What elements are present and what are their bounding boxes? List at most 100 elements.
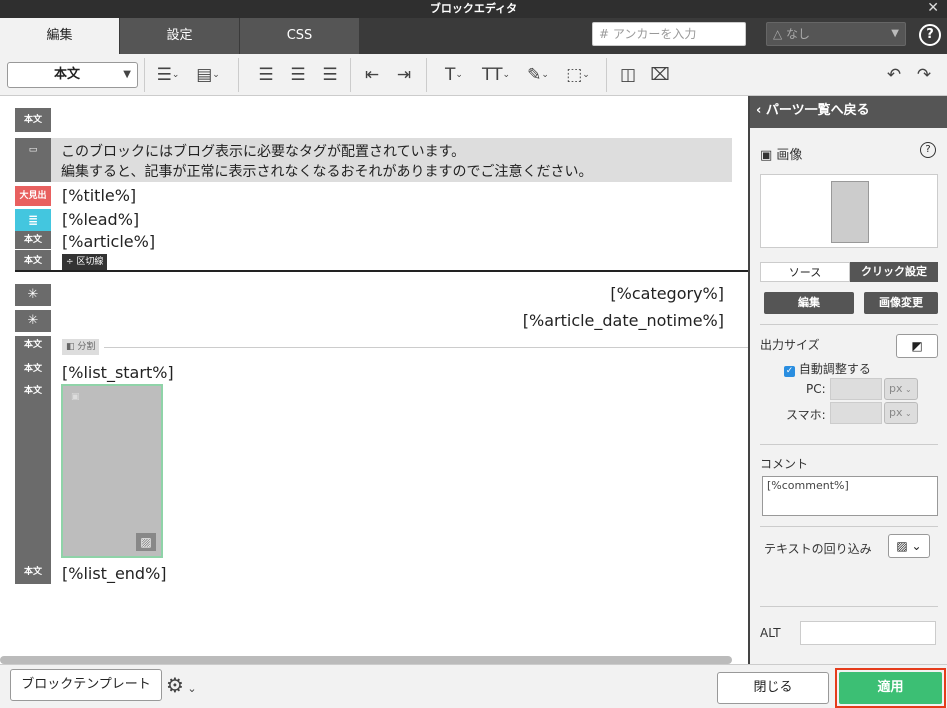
category-tag[interactable]: [%category%]: [610, 284, 724, 304]
align-left-icon[interactable]: ☰: [254, 64, 278, 86]
toolbar-divider: [238, 58, 239, 92]
chevron-down-icon: ▼: [891, 28, 899, 39]
alt-input[interactable]: [800, 621, 936, 645]
help-icon[interactable]: ?: [920, 142, 936, 158]
block-format-value: 本文: [54, 67, 81, 82]
pc-unit-value: px: [889, 382, 903, 395]
split-label: 分割: [77, 342, 96, 352]
split-line: [104, 347, 748, 348]
image-block[interactable]: ▣ ▨: [61, 384, 163, 558]
class-select[interactable]: △ なし ▼: [766, 22, 906, 46]
pc-width-input[interactable]: [830, 378, 882, 400]
window-titlebar: ブロックエディタ ✕: [0, 0, 947, 18]
font-size-icon[interactable]: T⌄: [436, 64, 472, 86]
text-style-icon[interactable]: TT⌄: [476, 64, 516, 86]
article-tag[interactable]: [%article%]: [62, 232, 155, 252]
block-label: 本文: [15, 382, 51, 400]
numbered-list-icon[interactable]: ▤⌄: [190, 64, 226, 86]
apply-button[interactable]: 適用: [839, 672, 942, 704]
article-date-tag[interactable]: [%article_date_notime%]: [523, 311, 724, 331]
editor-canvas[interactable]: 本文 ▭ このブロックにはブログ表示に必要なタグが配置されています。 編集すると…: [0, 96, 748, 664]
chevron-down-icon: ▼: [123, 69, 131, 80]
lead-tag[interactable]: [%lead%]: [62, 210, 139, 230]
apply-button-highlight: 適用: [835, 668, 946, 708]
class-select-value: なし: [786, 27, 811, 41]
align-center-icon[interactable]: ☰: [286, 64, 310, 86]
toolbar-divider: [606, 58, 607, 92]
auto-adjust-checkbox[interactable]: ✓ 自動調整する: [784, 360, 871, 377]
class-icon: △: [773, 27, 787, 41]
redo-icon[interactable]: ↷: [912, 64, 936, 86]
block-label: 本文: [15, 231, 51, 249]
split-tag: ◧ 分割: [62, 339, 100, 355]
format-toolbar: 本文 ▼ ☰⌄ ▤⌄ ☰ ☰ ☰ ⇤ ⇥ T⌄ TT⌄ ✎⌄ ⬚⌄ ◫ ⌧ ↶ …: [0, 54, 947, 96]
resize-icon[interactable]: ◩: [896, 334, 938, 358]
tab-bar: 編集 設定 CSS # アンカーを入力 △ なし ▼ ?: [0, 18, 947, 54]
edit-image-button[interactable]: 編集: [764, 292, 854, 314]
tab-click-settings[interactable]: クリック設定: [850, 262, 938, 282]
sp-width-input[interactable]: [830, 402, 882, 424]
lead-icon: ≣: [15, 209, 51, 231]
image-section-title: ▣ 画像: [760, 144, 802, 163]
asterisk-icon: ✳: [15, 310, 51, 332]
tab-source[interactable]: ソース: [760, 262, 850, 282]
block-label: 本文: [15, 360, 51, 378]
image-label: 画像: [776, 148, 803, 163]
image-thumbnail: [831, 181, 869, 243]
sp-unit-value: px: [889, 406, 903, 419]
pc-unit-select[interactable]: px ⌄: [884, 378, 918, 400]
anchor-input[interactable]: # アンカーを入力: [592, 22, 746, 46]
block-format-select[interactable]: 本文 ▼: [7, 62, 138, 88]
help-icon[interactable]: ?: [919, 24, 941, 46]
divider-tag: ÷ 区切線: [62, 254, 108, 270]
auto-adjust-label: 自動調整する: [798, 362, 871, 376]
parts-panel: ‹ パーツ一覧へ戻る ▣ 画像 ? ソース クリック設定 編集 画像変更 出力サ…: [748, 96, 947, 664]
horizontal-scrollbar[interactable]: [0, 656, 732, 664]
tab-edit[interactable]: 編集: [0, 18, 120, 54]
divider-line: [15, 270, 748, 272]
block-label: 本文: [15, 336, 51, 354]
sp-label: スマホ:: [786, 408, 826, 422]
outdent-icon[interactable]: ⇤: [360, 64, 384, 86]
list-end-tag[interactable]: [%list_end%]: [62, 564, 167, 584]
back-label: パーツ一覧へ戻る: [765, 103, 870, 118]
tab-settings[interactable]: 設定: [120, 18, 240, 54]
image-icon[interactable]: ▨: [136, 533, 156, 551]
change-image-button[interactable]: 画像変更: [864, 292, 938, 314]
image-icon: ▣: [760, 148, 777, 163]
indent-icon[interactable]: ⇥: [392, 64, 416, 86]
pc-label: PC:: [806, 382, 826, 396]
chevron-left-icon: ‹: [756, 103, 766, 118]
split-icon: ◧: [66, 342, 78, 352]
comment-field[interactable]: [%comment%]: [762, 476, 938, 516]
close-button[interactable]: 閉じる: [717, 672, 829, 704]
gear-icon[interactable]: ⚙ ⌄: [166, 673, 197, 701]
clear-format-icon[interactable]: ⌧: [648, 64, 672, 86]
comment-icon: ▭: [15, 138, 51, 182]
back-to-parts[interactable]: ‹ パーツ一覧へ戻る: [750, 96, 947, 128]
block-label: 本文: [15, 250, 51, 272]
text-box-icon[interactable]: ⬚⌄: [558, 64, 598, 86]
block-template-button[interactable]: ブロックテンプレート: [10, 669, 162, 701]
list-start-tag[interactable]: [%list_start%]: [62, 363, 174, 383]
undo-icon[interactable]: ↶: [882, 64, 906, 86]
comment-label: コメント: [760, 457, 809, 471]
insert-block-icon[interactable]: ◫: [616, 64, 640, 86]
color-picker-icon[interactable]: ✎⌄: [520, 64, 556, 86]
panel-divider: [760, 444, 938, 445]
sp-unit-select[interactable]: px ⌄: [884, 402, 918, 424]
text-wrap-label: テキストの回り込み: [764, 542, 872, 556]
tab-css[interactable]: CSS: [240, 18, 360, 54]
close-icon[interactable]: ✕: [927, 0, 939, 17]
title-tag[interactable]: [%title%]: [62, 186, 136, 206]
block-label: 本文: [15, 562, 51, 582]
toolbar-divider: [144, 58, 145, 92]
checkbox-icon: ✓: [784, 366, 795, 377]
panel-divider: [760, 324, 938, 325]
bullet-list-icon[interactable]: ☰⌄: [150, 64, 186, 86]
notice-line-2: 編集すると、記事が正常に表示されなくなるおそれがありますのでご注意ください。: [61, 164, 593, 180]
text-wrap-select[interactable]: ▨ ⌄: [888, 534, 930, 558]
panel-divider: [760, 526, 938, 527]
window-title: ブロックエディタ: [429, 2, 518, 15]
align-right-icon[interactable]: ☰: [318, 64, 342, 86]
